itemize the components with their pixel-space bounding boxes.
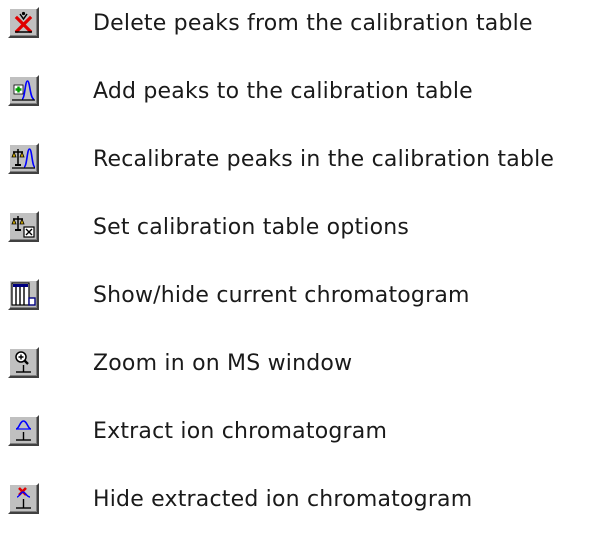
recalibrate-peaks-button[interactable]: [8, 143, 39, 174]
recalibrate-peaks-icon: [11, 148, 36, 169]
chromatogram-toggle-icon: [11, 282, 36, 306]
zoom-in-icon: [15, 351, 31, 373]
add-peaks-label: Add peaks to the calibration table: [93, 79, 473, 104]
delete-peaks-label: Delete peaks from the calibration table: [93, 11, 533, 36]
calibration-options-button[interactable]: [8, 211, 39, 242]
delete-peaks-icon: [14, 11, 33, 34]
legend-row-delete-peaks: Delete peaks from the calibration table: [0, 5, 591, 45]
extract-ion-icon: [15, 420, 32, 441]
hide-extracted-ion-label: Hide extracted ion chromatogram: [93, 487, 473, 512]
hide-extracted-ion-icon: [16, 487, 31, 509]
extract-ion-button[interactable]: [8, 415, 39, 446]
legend-row-extract-ion: Extract ion chromatogram: [0, 413, 591, 453]
zoom-in-label: Zoom in on MS window: [93, 351, 353, 376]
calibration-options-icon: [11, 216, 35, 238]
calibration-options-label: Set calibration table options: [93, 215, 410, 240]
legend-row-recalibrate-peaks: Recalibrate peaks in the calibration tab…: [0, 141, 591, 181]
add-peaks-button[interactable]: [8, 75, 39, 106]
legend-row-add-peaks: Add peaks to the calibration table: [0, 73, 591, 113]
extract-ion-label: Extract ion chromatogram: [93, 419, 388, 444]
hide-extracted-ion-button[interactable]: [8, 483, 39, 514]
chromatogram-toggle-button[interactable]: [8, 279, 39, 310]
add-peaks-icon: [12, 80, 35, 101]
legend-row-calibration-options: Set calibration table options: [0, 209, 591, 249]
legend-row-hide-extracted-ion: Hide extracted ion chromatogram: [0, 481, 591, 521]
recalibrate-peaks-label: Recalibrate peaks in the calibration tab…: [93, 147, 555, 172]
chromatogram-toggle-label: Show/hide current chromatogram: [93, 283, 470, 308]
legend-row-zoom-in: Zoom in on MS window: [0, 345, 591, 385]
zoom-in-button[interactable]: [8, 347, 39, 378]
delete-peaks-button[interactable]: [8, 7, 39, 38]
legend-row-chromatogram-toggle: Show/hide current chromatogram: [0, 277, 591, 317]
